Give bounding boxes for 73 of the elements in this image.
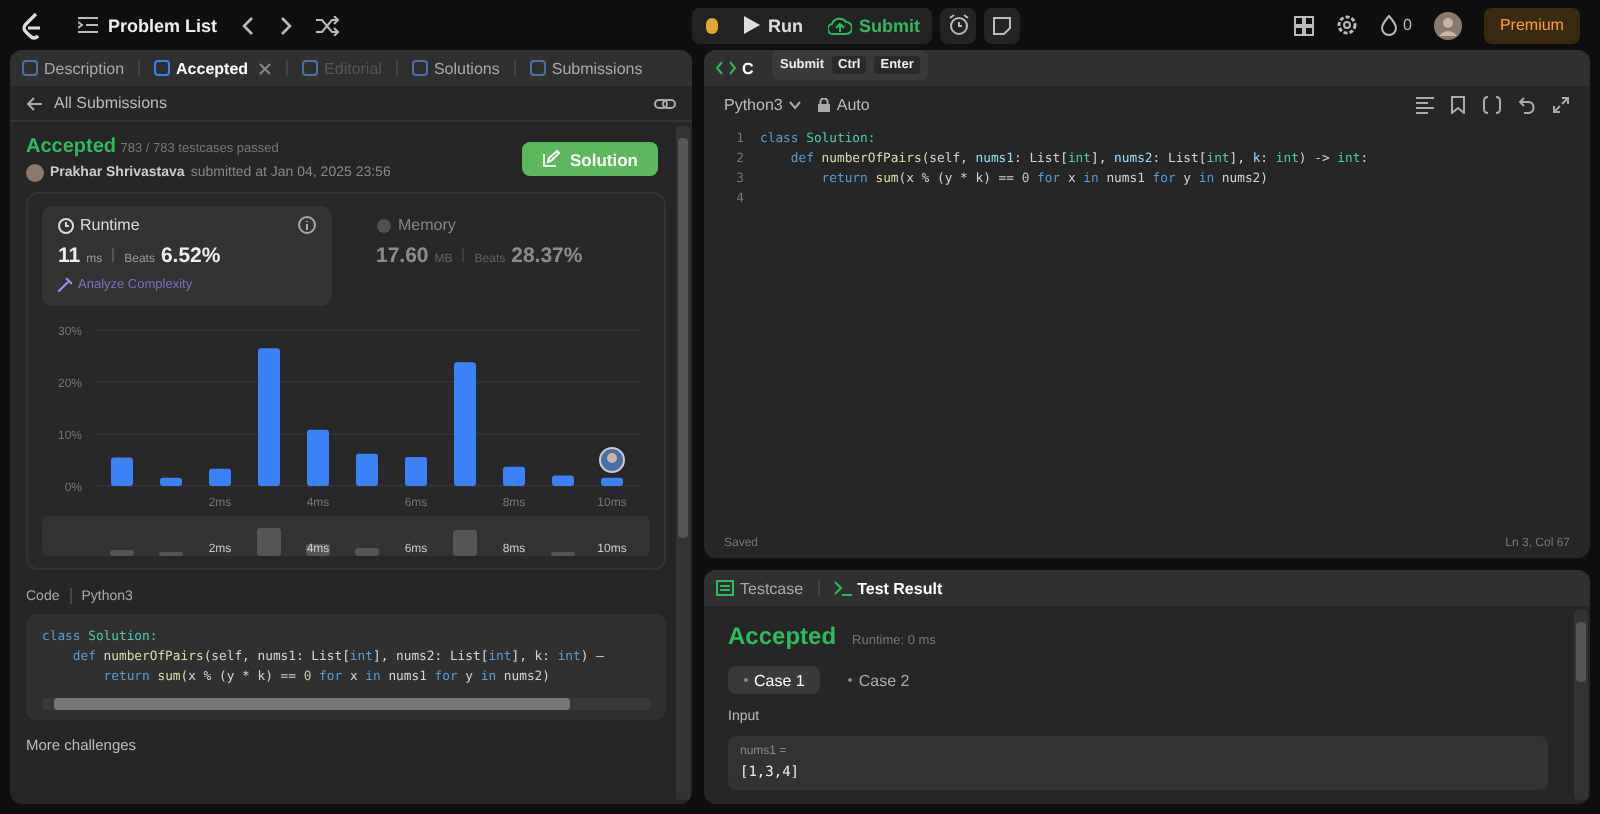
memory-value: 17.60 [376, 244, 429, 268]
shuffle-icon[interactable] [315, 15, 340, 35]
checklist-icon [716, 580, 734, 596]
runtime-bar[interactable] [552, 475, 574, 486]
panel-tab[interactable]: Submissions [529, 59, 643, 77]
cloud-upload-icon [827, 15, 852, 35]
tab-icon [302, 60, 319, 76]
runtime-bar[interactable] [307, 429, 329, 486]
tab-icon [22, 60, 38, 76]
result-status: Accepted [728, 622, 837, 650]
timer-button[interactable] [940, 7, 977, 43]
close-icon[interactable] [258, 61, 273, 75]
previous-icon[interactable] [239, 15, 256, 35]
settings-icon[interactable] [1335, 14, 1358, 36]
expand-icon[interactable] [1552, 96, 1570, 114]
tab-icon [529, 60, 546, 76]
format-icon[interactable] [1416, 96, 1434, 114]
code-icon [716, 60, 736, 76]
vertical-scrollbar[interactable] [676, 126, 690, 800]
braces-icon[interactable] [1482, 96, 1502, 114]
language-dropdown[interactable]: Python3 [724, 96, 803, 114]
undo-icon[interactable] [1518, 96, 1536, 114]
wand-icon [58, 278, 72, 292]
tab-icon [154, 60, 171, 76]
auto-mode-toggle[interactable]: Auto [818, 96, 870, 114]
problem-list-link[interactable]: Problem List [78, 15, 218, 35]
note-icon [992, 15, 1013, 35]
avatar-marker-icon [599, 447, 625, 473]
streak-counter[interactable]: 0 [1379, 14, 1412, 36]
panel-tab[interactable]: Accepted [154, 59, 249, 77]
info-icon[interactable] [298, 216, 316, 234]
runtime-value: 11 [58, 244, 81, 268]
case-tab[interactable]: Case 1 [728, 666, 821, 694]
lock-icon [818, 98, 831, 112]
avatar-icon [26, 164, 44, 182]
premium-button[interactable]: Premium [1483, 7, 1580, 43]
panel-tab[interactable]: Testcase [716, 579, 804, 597]
case-tab[interactable]: Case 2 [832, 666, 926, 694]
vertical-scrollbar[interactable] [1574, 610, 1588, 800]
panel-tab[interactable]: Solutions [411, 59, 500, 77]
panel-tab[interactable]: Description [22, 59, 125, 77]
chevron-down-icon [788, 100, 803, 110]
next-icon[interactable] [277, 15, 294, 35]
terminal-icon [833, 580, 852, 596]
horizontal-scrollbar[interactable] [42, 698, 650, 710]
avatar-icon[interactable] [1433, 11, 1462, 39]
back-arrow-icon [26, 95, 44, 111]
logo-icon[interactable] [20, 11, 44, 39]
play-icon [744, 16, 761, 34]
panel-tab[interactable]: Test Result [833, 579, 943, 597]
runtime-title: Runtime [58, 216, 140, 234]
runtime-bar[interactable] [356, 453, 378, 486]
back-link[interactable]: All Submissions [26, 94, 167, 112]
tab-icon [411, 60, 428, 76]
edit-icon [542, 150, 560, 168]
list-icon [78, 16, 98, 34]
notes-button[interactable] [984, 7, 1021, 43]
layout-grid-icon[interactable] [1293, 15, 1314, 35]
drop-icon [1379, 14, 1398, 36]
runtime-bar[interactable] [503, 466, 525, 486]
runtime-bar[interactable] [601, 477, 623, 486]
runtime-bar[interactable] [209, 468, 231, 486]
code-tab[interactable]: C [716, 59, 754, 77]
runtime-beats: 6.52% [160, 244, 221, 268]
clock-icon [58, 217, 74, 233]
link-icon[interactable] [654, 95, 676, 111]
memory-beats: 28.37% [511, 244, 583, 268]
bookmark-icon[interactable] [1450, 96, 1466, 114]
runtime-bar[interactable] [160, 477, 182, 486]
alarm-clock-icon [947, 14, 970, 36]
runtime-bar[interactable] [405, 456, 427, 486]
memory-title: Memory [376, 216, 456, 234]
status-text: Accepted [26, 136, 117, 158]
